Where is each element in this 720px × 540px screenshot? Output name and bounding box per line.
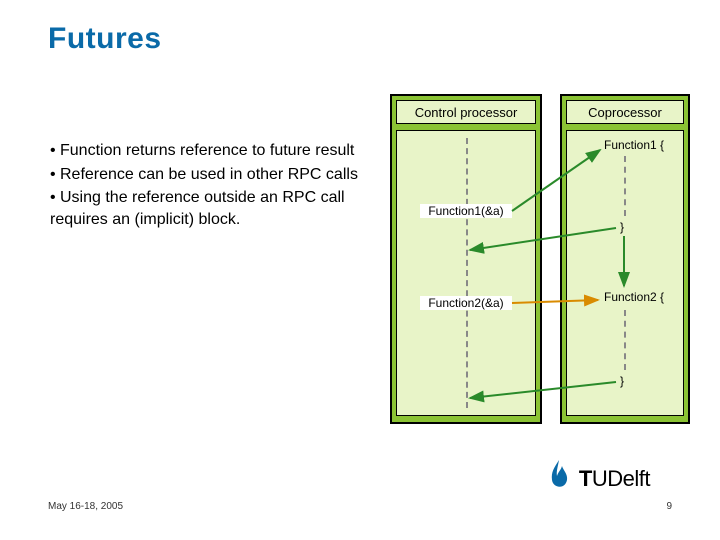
bullet-text: Reference can be used in other RPC calls [60, 166, 358, 183]
control-call-1: Function1(&a) [420, 204, 512, 218]
tudelft-logo: TUDelft [545, 458, 650, 492]
logo-text-rest: UDelft [592, 466, 650, 491]
coprocessor-fn1-timeline [624, 156, 626, 216]
bullet-text: Function returns reference to future res… [60, 142, 354, 159]
control-processor-header: Control processor [396, 100, 536, 124]
coprocessor-fn1-open: Function1 { [604, 138, 664, 152]
coprocessor-header: Coprocessor [566, 100, 684, 124]
bullet-item: •Function returns reference to future re… [50, 140, 360, 162]
bullet-item: •Using the reference outside an RPC call… [50, 187, 360, 230]
bullet-text: Using the reference outside an RPC call … [50, 189, 345, 228]
coprocessor-fn1-close: } [620, 220, 624, 234]
control-timeline [466, 138, 468, 408]
coprocessor-fn2-open: Function2 { [604, 290, 664, 304]
logo-text-bold: T [579, 466, 592, 491]
logo-text: TUDelft [579, 466, 650, 492]
coprocessor-fn2-close: } [620, 374, 624, 388]
footer-page-number: 9 [666, 501, 672, 512]
footer-date: May 16-18, 2005 [48, 501, 123, 512]
slide-title: Futures [48, 22, 162, 56]
control-call-2: Function2(&a) [420, 296, 512, 310]
bullet-item: •Reference can be used in other RPC call… [50, 164, 360, 186]
flame-icon [545, 458, 573, 492]
bullet-list: •Function returns reference to future re… [50, 140, 360, 232]
coprocessor-fn2-timeline [624, 310, 626, 370]
